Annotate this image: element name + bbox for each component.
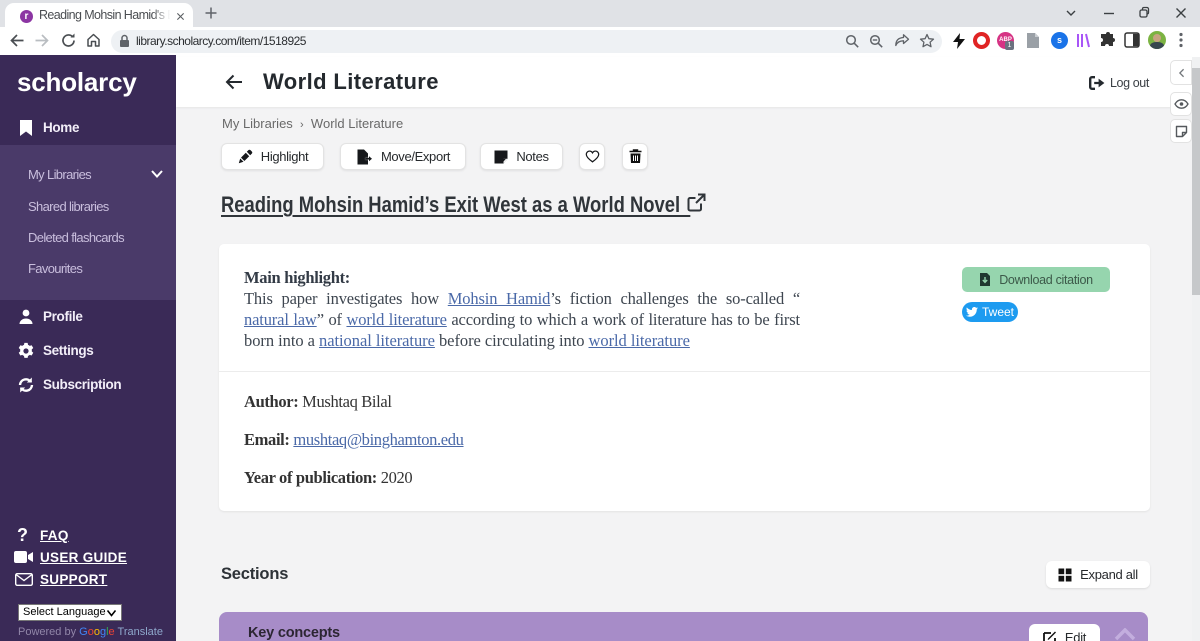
svg-text:?: ?	[17, 526, 28, 545]
